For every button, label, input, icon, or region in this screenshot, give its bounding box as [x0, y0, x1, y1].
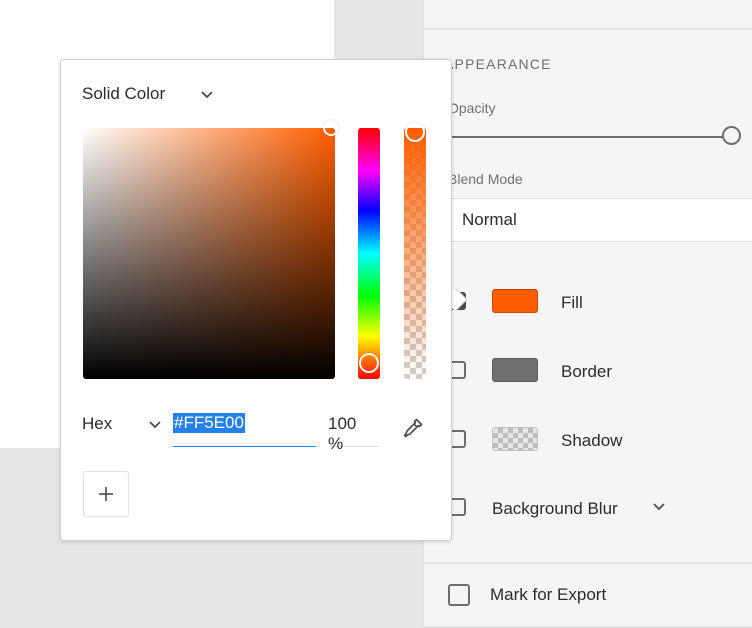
alpha-percent-input[interactable]: 100 %: [328, 410, 379, 453]
opacity-slider-track[interactable]: [448, 136, 732, 138]
appearance-section-title: APPEARANCE: [444, 56, 552, 72]
shadow-label: Shadow: [561, 431, 623, 450]
blend-mode-label: Blend Mode: [448, 171, 523, 187]
border-row: Border: [424, 350, 752, 390]
background-blur-row: Background Blur: [424, 487, 752, 527]
blend-mode-value: Normal: [462, 210, 517, 229]
fill-label: Fill: [561, 293, 583, 312]
eyedropper-icon[interactable]: [401, 416, 425, 440]
hex-input-value: #FF5E00: [173, 413, 245, 433]
color-picker-popover: Solid Color Hex #FF5E00 100 %: [60, 59, 452, 541]
chevron-down-icon[interactable]: [652, 502, 666, 512]
border-color-swatch[interactable]: [492, 358, 538, 382]
shadow-row: Shadow: [424, 419, 752, 459]
hue-slider-handle[interactable]: [359, 353, 379, 373]
property-inspector: APPEARANCE Opacity Blend Mode Normal Fil…: [423, 0, 752, 626]
saturation-brightness-handle[interactable]: [323, 120, 339, 136]
alpha-slider-handle[interactable]: [405, 122, 425, 142]
mark-for-export-label: Mark for Export: [490, 585, 607, 604]
hex-input[interactable]: #FF5E00: [173, 410, 316, 447]
alpha-percent-value: 100 %: [328, 414, 357, 453]
color-format-value: Hex: [82, 414, 113, 433]
plus-icon: [99, 487, 113, 501]
color-mode-dropdown[interactable]: Solid Color: [82, 84, 213, 106]
alpha-slider[interactable]: [404, 128, 426, 379]
mark-for-export-row: Mark for Export: [424, 562, 752, 628]
alpha-gradient: [404, 128, 426, 379]
fill-row: Fill: [424, 281, 752, 321]
section-divider: [424, 28, 752, 30]
add-swatch-button[interactable]: [83, 471, 129, 517]
chevron-down-icon: [149, 421, 161, 429]
color-mode-value: Solid Color: [82, 84, 166, 103]
opacity-slider-thumb[interactable]: [722, 126, 741, 145]
opacity-label: Opacity: [448, 100, 496, 116]
chevron-down-icon: [201, 91, 213, 99]
shadow-color-swatch[interactable]: [492, 427, 538, 451]
hue-slider[interactable]: [358, 128, 380, 379]
fill-color-swatch[interactable]: [492, 289, 538, 313]
background-blur-label: Background Blur: [492, 499, 618, 518]
border-label: Border: [561, 362, 613, 381]
mark-for-export-checkbox[interactable]: [448, 584, 470, 606]
color-format-dropdown[interactable]: Hex: [82, 414, 166, 436]
blend-mode-select[interactable]: Normal: [424, 198, 752, 242]
saturation-brightness-area[interactable]: [83, 128, 335, 379]
